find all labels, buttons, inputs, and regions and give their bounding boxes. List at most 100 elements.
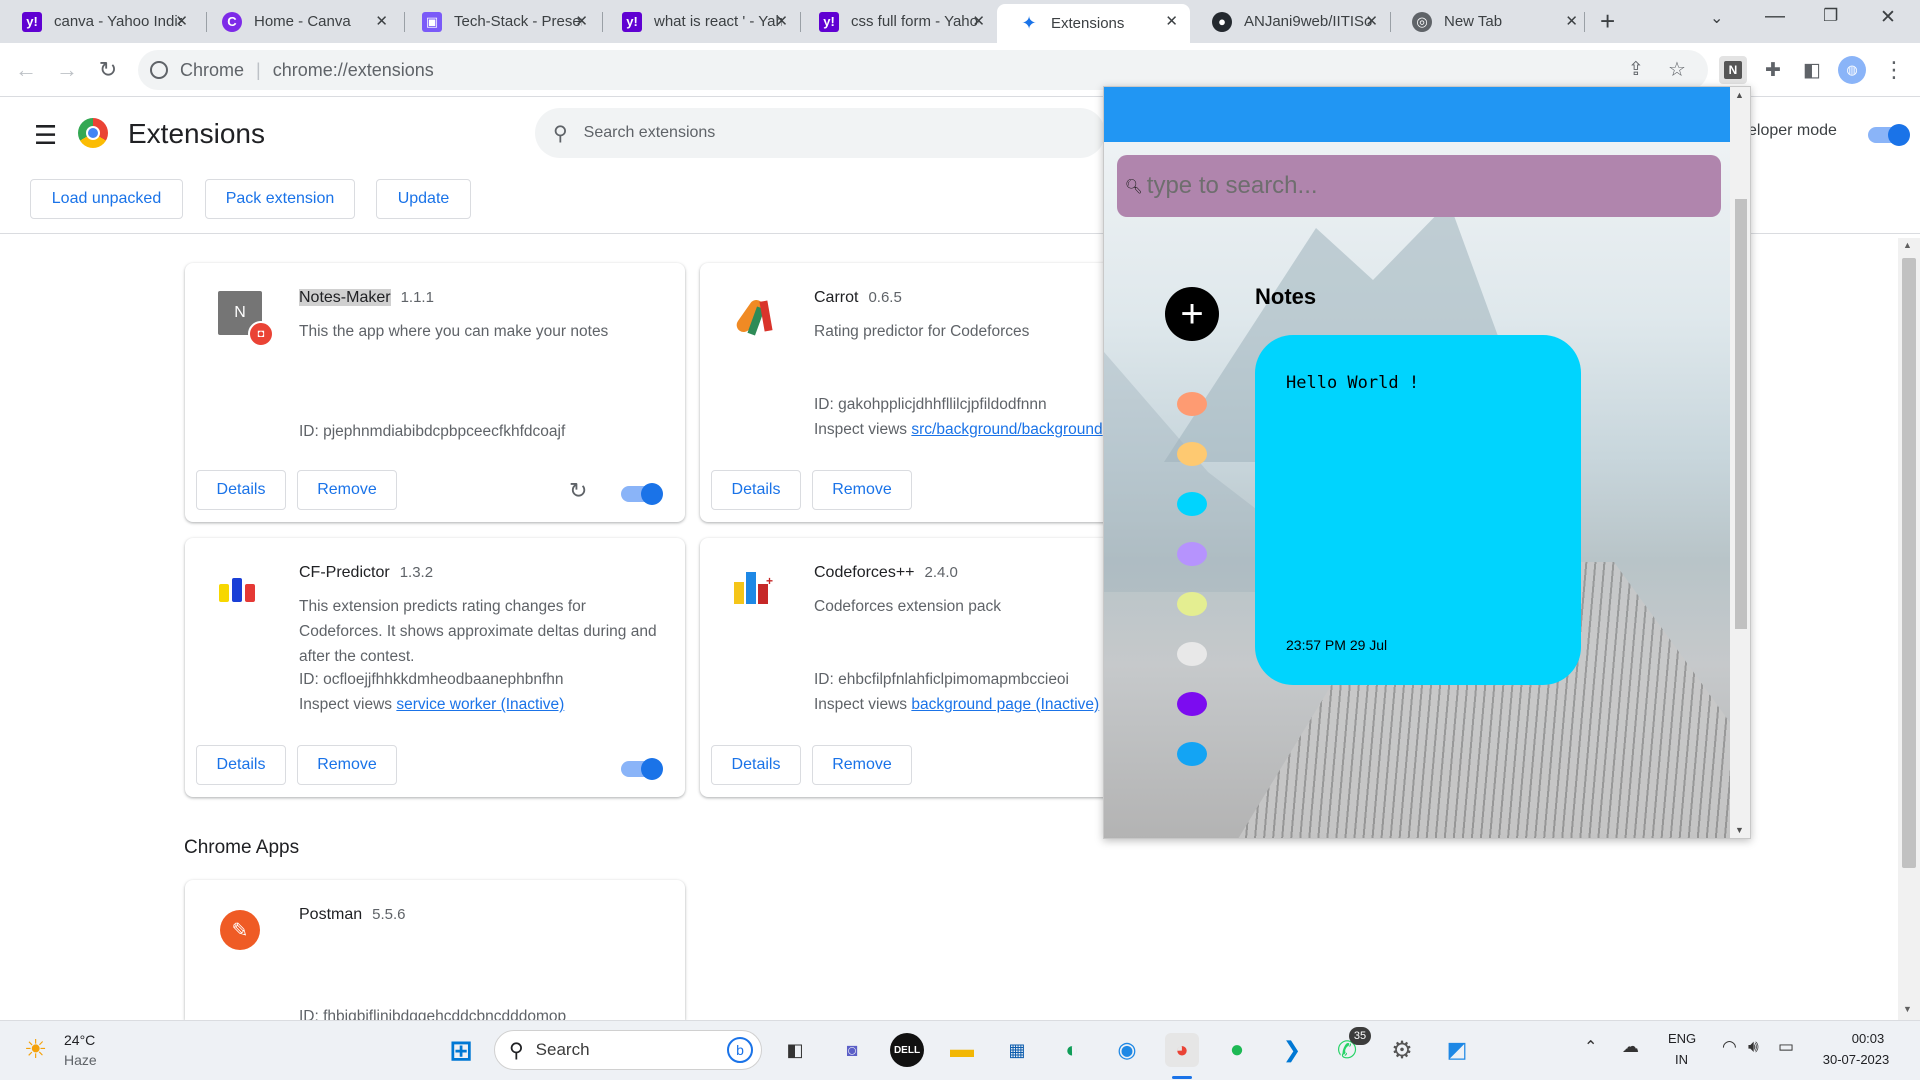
developer-mode-toggle[interactable] xyxy=(1868,124,1910,146)
wifi-icon[interactable]: ◠ xyxy=(1722,1037,1737,1057)
notes-search-input[interactable]: 🔍︎ type to search... xyxy=(1117,155,1721,217)
minimize-icon[interactable]: — xyxy=(1765,5,1785,28)
dell-icon[interactable]: DELL xyxy=(890,1033,924,1067)
pack-extension-button[interactable]: Pack extension xyxy=(205,179,355,219)
remove-button[interactable]: Remove xyxy=(812,745,912,785)
load-unpacked-button[interactable]: Load unpacked xyxy=(30,179,183,219)
update-button[interactable]: Update xyxy=(376,179,471,219)
tab-extensions[interactable]: ✦ Extensions ✕ xyxy=(997,4,1190,43)
note-card[interactable]: Hello World ! 23:57 PM 29 Jul xyxy=(1255,335,1581,685)
vscode-icon[interactable]: ❯ xyxy=(1275,1033,1309,1067)
color-swatch-yellow[interactable] xyxy=(1177,442,1207,466)
add-note-button[interactable]: + xyxy=(1165,287,1219,341)
color-swatch-violet[interactable] xyxy=(1177,692,1207,716)
share-icon[interactable]: ⇪ xyxy=(1628,58,1644,81)
search-extensions-input[interactable]: ⚲ Search extensions xyxy=(535,108,1105,158)
enable-toggle[interactable] xyxy=(621,758,663,780)
color-swatch-cyan[interactable] xyxy=(1177,492,1207,516)
onedrive-icon[interactable]: ☁ xyxy=(1622,1037,1639,1057)
weather-desc[interactable]: Haze xyxy=(64,1052,97,1068)
remove-button[interactable]: Remove xyxy=(812,470,912,510)
tab-what-is-react[interactable]: y! what is react ' - Yahoo ✕ xyxy=(600,4,800,39)
file-explorer-icon[interactable]: ▬ xyxy=(945,1033,979,1067)
close-icon[interactable]: ✕ xyxy=(1365,12,1378,30)
extension-id: ID: ehbcfilpfnlahficlpimomapmbccieoi xyxy=(814,671,1070,688)
tab-new-tab[interactable]: ◎ New Tab ✕ xyxy=(1390,4,1590,39)
clock-time[interactable]: 00:03 xyxy=(1840,1031,1896,1046)
bing-icon[interactable]: b xyxy=(727,1037,753,1063)
windows-start-icon[interactable]: ⊞ xyxy=(444,1033,478,1067)
side-panel-icon[interactable]: ◧ xyxy=(1798,56,1826,84)
details-button[interactable]: Details xyxy=(196,745,286,785)
bookmark-star-icon[interactable]: ☆ xyxy=(1668,57,1686,82)
color-swatch-lavender[interactable] xyxy=(1177,542,1207,566)
extensions-puzzle-icon[interactable]: ✚ xyxy=(1759,56,1787,84)
remove-button[interactable]: Remove xyxy=(297,745,397,785)
address-bar[interactable]: Chrome | chrome://extensions ⇪ ☆ xyxy=(138,50,1708,90)
tab-tech-stack[interactable]: ▣ Tech-Stack - Presentation ✕ xyxy=(400,4,600,39)
language-indicator[interactable]: ENG xyxy=(1668,1031,1696,1046)
enable-toggle[interactable] xyxy=(621,483,663,505)
close-icon[interactable]: ✕ xyxy=(375,12,388,30)
new-tab-icon[interactable]: + xyxy=(1600,6,1615,37)
microsoft-store-icon[interactable]: ▦ xyxy=(1000,1033,1034,1067)
remove-button[interactable]: Remove xyxy=(297,470,397,510)
profile-avatar-icon[interactable]: ◍ xyxy=(1838,56,1866,84)
extension-version: 1.1.1 xyxy=(400,289,434,306)
tab-github[interactable]: ● ANJani9web/IITISoC ✕ xyxy=(1190,4,1390,39)
clock-date[interactable]: 30-07-2023 xyxy=(1816,1052,1896,1067)
teams-chat-icon[interactable]: ◙ xyxy=(835,1033,869,1067)
close-icon[interactable]: ✕ xyxy=(972,12,985,30)
weather-haze-icon[interactable]: ☀ xyxy=(24,1034,47,1065)
details-button[interactable]: Details xyxy=(711,745,801,785)
extension-id: ID: ocfloejjfhhkkdmheodbaanephbnfhn xyxy=(299,671,564,688)
close-icon[interactable]: ✕ xyxy=(775,12,788,30)
spotify-icon[interactable]: ● xyxy=(1220,1033,1254,1067)
notes-maker-extension-icon[interactable]: N xyxy=(1719,56,1747,84)
restore-icon[interactable]: ❐ xyxy=(1823,6,1838,26)
photos-icon[interactable]: ◩ xyxy=(1440,1033,1474,1067)
page-scrollbar-thumb[interactable] xyxy=(1902,258,1916,868)
tab-search-icon[interactable]: ⌄ xyxy=(1710,8,1723,28)
close-icon[interactable]: ✕ xyxy=(575,12,588,30)
back-icon[interactable]: ← xyxy=(12,57,40,83)
show-hidden-icons-icon[interactable]: ⌃ xyxy=(1584,1037,1597,1057)
details-button[interactable]: Details xyxy=(196,470,286,510)
close-window-icon[interactable]: ✕ xyxy=(1880,6,1896,29)
taskbar-search-box[interactable]: ⚲ Search b xyxy=(494,1030,762,1070)
close-icon[interactable]: ✕ xyxy=(1565,12,1578,30)
firefox-icon[interactable]: ◉ xyxy=(1110,1033,1144,1067)
note-text[interactable]: Hello World ! xyxy=(1286,373,1419,393)
color-swatch-lime[interactable] xyxy=(1177,592,1207,616)
color-swatch-blue[interactable] xyxy=(1177,742,1207,766)
tab-home-canva[interactable]: C Home - Canva ✕ xyxy=(200,4,400,39)
tab-css-full-form[interactable]: y! css full form - Yahoo ✕ xyxy=(797,4,997,39)
battery-icon[interactable]: ▭ xyxy=(1778,1037,1794,1057)
task-view-icon[interactable]: ◧ xyxy=(778,1033,812,1067)
weather-temp[interactable]: 24°C xyxy=(64,1032,95,1048)
page-scrollbar[interactable]: ▲ ▼ xyxy=(1898,238,1920,1020)
extension-name: Codeforces++ 2.4.0 xyxy=(814,564,958,581)
chrome-icon[interactable]: ◕ xyxy=(1165,1033,1199,1067)
popup-scrollbar-thumb[interactable] xyxy=(1735,199,1747,629)
color-swatch-orange[interactable] xyxy=(1177,392,1207,416)
reload-extension-icon[interactable]: ↻ xyxy=(569,478,587,504)
settings-gear-icon[interactable]: ⚙ xyxy=(1385,1033,1419,1067)
edge-icon[interactable]: ◐ xyxy=(1055,1033,1089,1067)
language-region[interactable]: IN xyxy=(1675,1052,1688,1067)
menu-kebab-icon[interactable]: ⋮ xyxy=(1880,56,1908,84)
inspect-view-link[interactable]: background page (Inactive) xyxy=(911,696,1099,713)
search-icon: ⚲ xyxy=(553,122,568,145)
color-swatch-light-gray[interactable] xyxy=(1177,642,1207,666)
hamburger-menu-icon[interactable]: ☰ xyxy=(34,120,57,151)
details-button[interactable]: Details xyxy=(711,470,801,510)
forward-icon[interactable]: → xyxy=(53,57,81,83)
close-icon[interactable]: ✕ xyxy=(175,12,188,30)
close-icon[interactable]: ✕ xyxy=(1165,12,1178,30)
tab-canva-yahoo[interactable]: y! canva - Yahoo India ✕ xyxy=(0,4,200,39)
popup-scrollbar[interactable]: ▲ ▼ xyxy=(1730,87,1750,838)
inspect-view-link[interactable]: src/background/background xyxy=(911,421,1102,438)
inspect-view-link[interactable]: service worker (Inactive) xyxy=(396,696,564,713)
volume-icon[interactable]: 🔊︎ xyxy=(1748,1037,1759,1057)
reload-icon[interactable]: ↻ xyxy=(94,57,122,83)
